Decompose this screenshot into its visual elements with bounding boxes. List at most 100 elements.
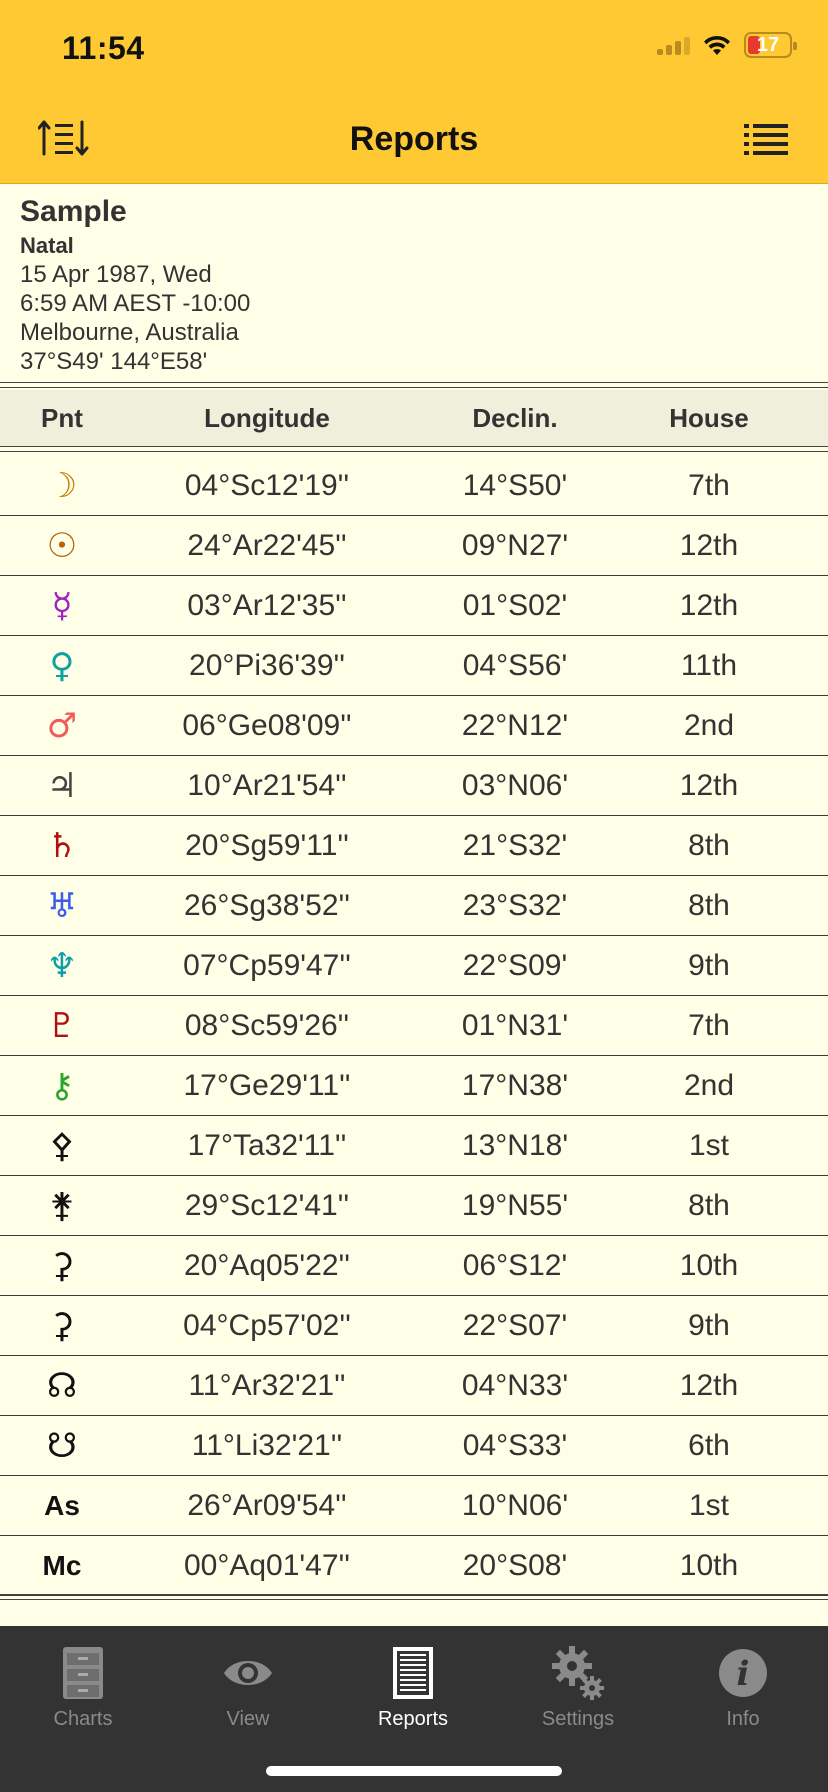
cell-declination: 17°N38' xyxy=(461,1068,569,1102)
cell-house: 2nd xyxy=(683,1068,735,1102)
cell-house: 11th xyxy=(680,648,738,682)
table-row[interactable]: As 26°Ar09'54'' 10°N06' 1st xyxy=(0,1476,828,1536)
cell-longitude: 00°Aq01'47'' xyxy=(184,1548,350,1582)
header-longitude: Longitude xyxy=(204,402,330,433)
table-row[interactable]: ♆ 07°Cp59'47'' 22°S09' 9th xyxy=(0,936,828,996)
table-row[interactable]: ☽ 04°Sc12'19'' 14°S50' 7th xyxy=(0,456,828,516)
planet-table: ☽ 04°Sc12'19'' 14°S50' 7th ☉ 24°Ar22'45'' 09°N… xyxy=(0,456,828,1596)
cell-longitude: 29°Sc12'41'' xyxy=(184,1188,350,1222)
wifi-icon xyxy=(704,35,730,55)
table-row[interactable]: ⚵ 29°Sc12'41'' 19°N55' 8th xyxy=(0,1176,828,1236)
tab-label: Settings xyxy=(541,1708,615,1730)
table-row[interactable]: ☉ 24°Ar22'45'' 09°N27' 12th xyxy=(0,516,828,576)
cell-house: 2nd xyxy=(683,708,735,742)
cell-declination: 10°N06' xyxy=(461,1488,569,1522)
planet-glyph-icon: ☽ xyxy=(46,465,78,506)
tab-reports[interactable]: Reports xyxy=(338,1640,488,1731)
table-row[interactable]: ♂ 06°Ge08'09'' 22°N12' 2nd xyxy=(0,696,828,756)
cell-house: 1st xyxy=(688,1128,730,1162)
cell-declination: 21°S32' xyxy=(462,828,568,862)
cell-house: 12th xyxy=(679,768,739,802)
planet-glyph-icon: ☊ xyxy=(46,1365,78,1406)
gears-icon xyxy=(552,1646,604,1700)
chart-type: Natal xyxy=(20,233,74,258)
planet-glyph-icon: ♀ xyxy=(49,645,75,686)
cell-declination: 04°S33' xyxy=(462,1428,568,1462)
divider xyxy=(0,382,828,388)
tab-view[interactable]: View xyxy=(173,1640,323,1731)
planet-glyph-icon: ⚳ xyxy=(49,1245,75,1286)
cell-declination: 22°S07' xyxy=(462,1308,568,1342)
table-row[interactable]: ⚷ 17°Ge29'11'' 17°N38' 2nd xyxy=(0,1056,828,1116)
cell-longitude: 17°Ta32'11'' xyxy=(187,1128,347,1162)
list-icon[interactable] xyxy=(744,122,788,156)
divider xyxy=(0,1594,828,1600)
cell-house: 7th xyxy=(688,468,730,502)
table-row[interactable]: ☊ 11°Ar32'21'' 04°N33' 12th xyxy=(0,1356,828,1416)
header-declin: Declin. xyxy=(472,402,558,433)
planet-glyph-icon: ☋ xyxy=(46,1425,78,1466)
cell-house: 12th xyxy=(679,588,739,622)
planet-glyph-icon: ♆ xyxy=(46,945,78,986)
divider xyxy=(0,446,828,452)
page-title: Reports xyxy=(349,120,479,158)
cell-declination: 22°S09' xyxy=(462,948,568,982)
cell-declination: 14°S50' xyxy=(462,468,568,502)
table-row[interactable]: ♃ 10°Ar21'54'' 03°N06' 12th xyxy=(0,756,828,816)
cell-longitude: 08°Sc59'26'' xyxy=(184,1008,350,1042)
cell-declination: 06°S12' xyxy=(462,1248,568,1282)
cell-longitude: 04°Sc12'19'' xyxy=(184,468,350,502)
cell-declination: 23°S32' xyxy=(462,888,568,922)
table-row[interactable]: ♇ 08°Sc59'26'' 01°N31' 7th xyxy=(0,996,828,1056)
tab-settings[interactable]: Settings xyxy=(503,1640,653,1731)
tab-label: Info xyxy=(726,1708,760,1730)
tab-label: Charts xyxy=(53,1708,113,1730)
planet-glyph-icon: ⚵ xyxy=(49,1185,75,1226)
cell-longitude: 11°Ar32'21'' xyxy=(188,1368,346,1402)
cell-house: 8th xyxy=(688,888,730,922)
table-row[interactable]: ♀ 20°Pi36'39'' 04°S56' 11th xyxy=(0,636,828,696)
chart-name: Sample xyxy=(20,195,127,228)
battery-level: 17 xyxy=(756,34,780,56)
tab-info[interactable]: i Info xyxy=(668,1640,818,1731)
cell-longitude: 07°Cp59'47'' xyxy=(183,948,351,982)
cell-longitude: 10°Ar21'54'' xyxy=(187,768,347,802)
cell-longitude: 26°Ar09'54'' xyxy=(187,1488,347,1522)
cell-declination: 13°N18' xyxy=(461,1128,569,1162)
cell-house: 9th xyxy=(688,948,730,982)
table-row[interactable]: ♄ 20°Sg59'11'' 21°S32' 8th xyxy=(0,816,828,876)
planet-glyph-icon: ☿ xyxy=(51,585,73,626)
cell-house: 8th xyxy=(688,1188,730,1222)
cell-longitude: 20°Aq05'22'' xyxy=(184,1248,350,1282)
cell-house: 1st xyxy=(688,1488,730,1522)
status-time: 11:54 xyxy=(62,30,145,66)
cell-declination: 03°N06' xyxy=(461,768,569,802)
chart-info: Sample Natal 15 Apr 1987, Wed 6:59 AM AE… xyxy=(20,192,810,376)
table-row[interactable]: ⚳ 04°Cp57'02'' 22°S07' 9th xyxy=(0,1296,828,1356)
cell-longitude: 24°Ar22'45'' xyxy=(187,528,347,562)
cell-declination: 01°N31' xyxy=(461,1008,569,1042)
table-row[interactable]: ☋ 11°Li32'21'' 04°S33' 6th xyxy=(0,1416,828,1476)
planet-glyph-icon: ♄ xyxy=(46,825,78,866)
cell-declination: 20°S08' xyxy=(462,1548,568,1582)
planet-glyph-icon: ♃ xyxy=(46,765,78,806)
planet-glyph-icon: ☉ xyxy=(46,525,78,566)
table-row[interactable]: ⚳ 20°Aq05'22'' 06°S12' 10th xyxy=(0,1236,828,1296)
cellular-signal-icon xyxy=(657,35,690,55)
planet-glyph-icon: ♅ xyxy=(46,885,78,926)
cell-declination: 04°S56' xyxy=(462,648,568,682)
home-indicator xyxy=(266,1766,562,1776)
svg-text:i: i xyxy=(737,1654,750,1694)
planet-glyph-icon: ♂ xyxy=(46,705,78,746)
table-row[interactable]: ☿ 03°Ar12'35'' 01°S02' 12th xyxy=(0,576,828,636)
cell-house: 12th xyxy=(679,528,739,562)
table-row[interactable]: ♅ 26°Sg38'52'' 23°S32' 8th xyxy=(0,876,828,936)
table-row[interactable]: Mc 00°Aq01'47'' 20°S08' 10th xyxy=(0,1536,828,1596)
table-row[interactable]: ⚴ 17°Ta32'11'' 13°N18' 1st xyxy=(0,1116,828,1176)
tab-label: Reports xyxy=(377,1708,449,1730)
file-cabinet-icon xyxy=(63,1647,103,1699)
planet-glyph-icon: ♇ xyxy=(46,1005,78,1046)
cell-declination: 09°N27' xyxy=(461,528,569,562)
tab-charts[interactable]: Charts xyxy=(8,1640,158,1731)
planet-glyph-icon: Mc xyxy=(42,1549,82,1581)
